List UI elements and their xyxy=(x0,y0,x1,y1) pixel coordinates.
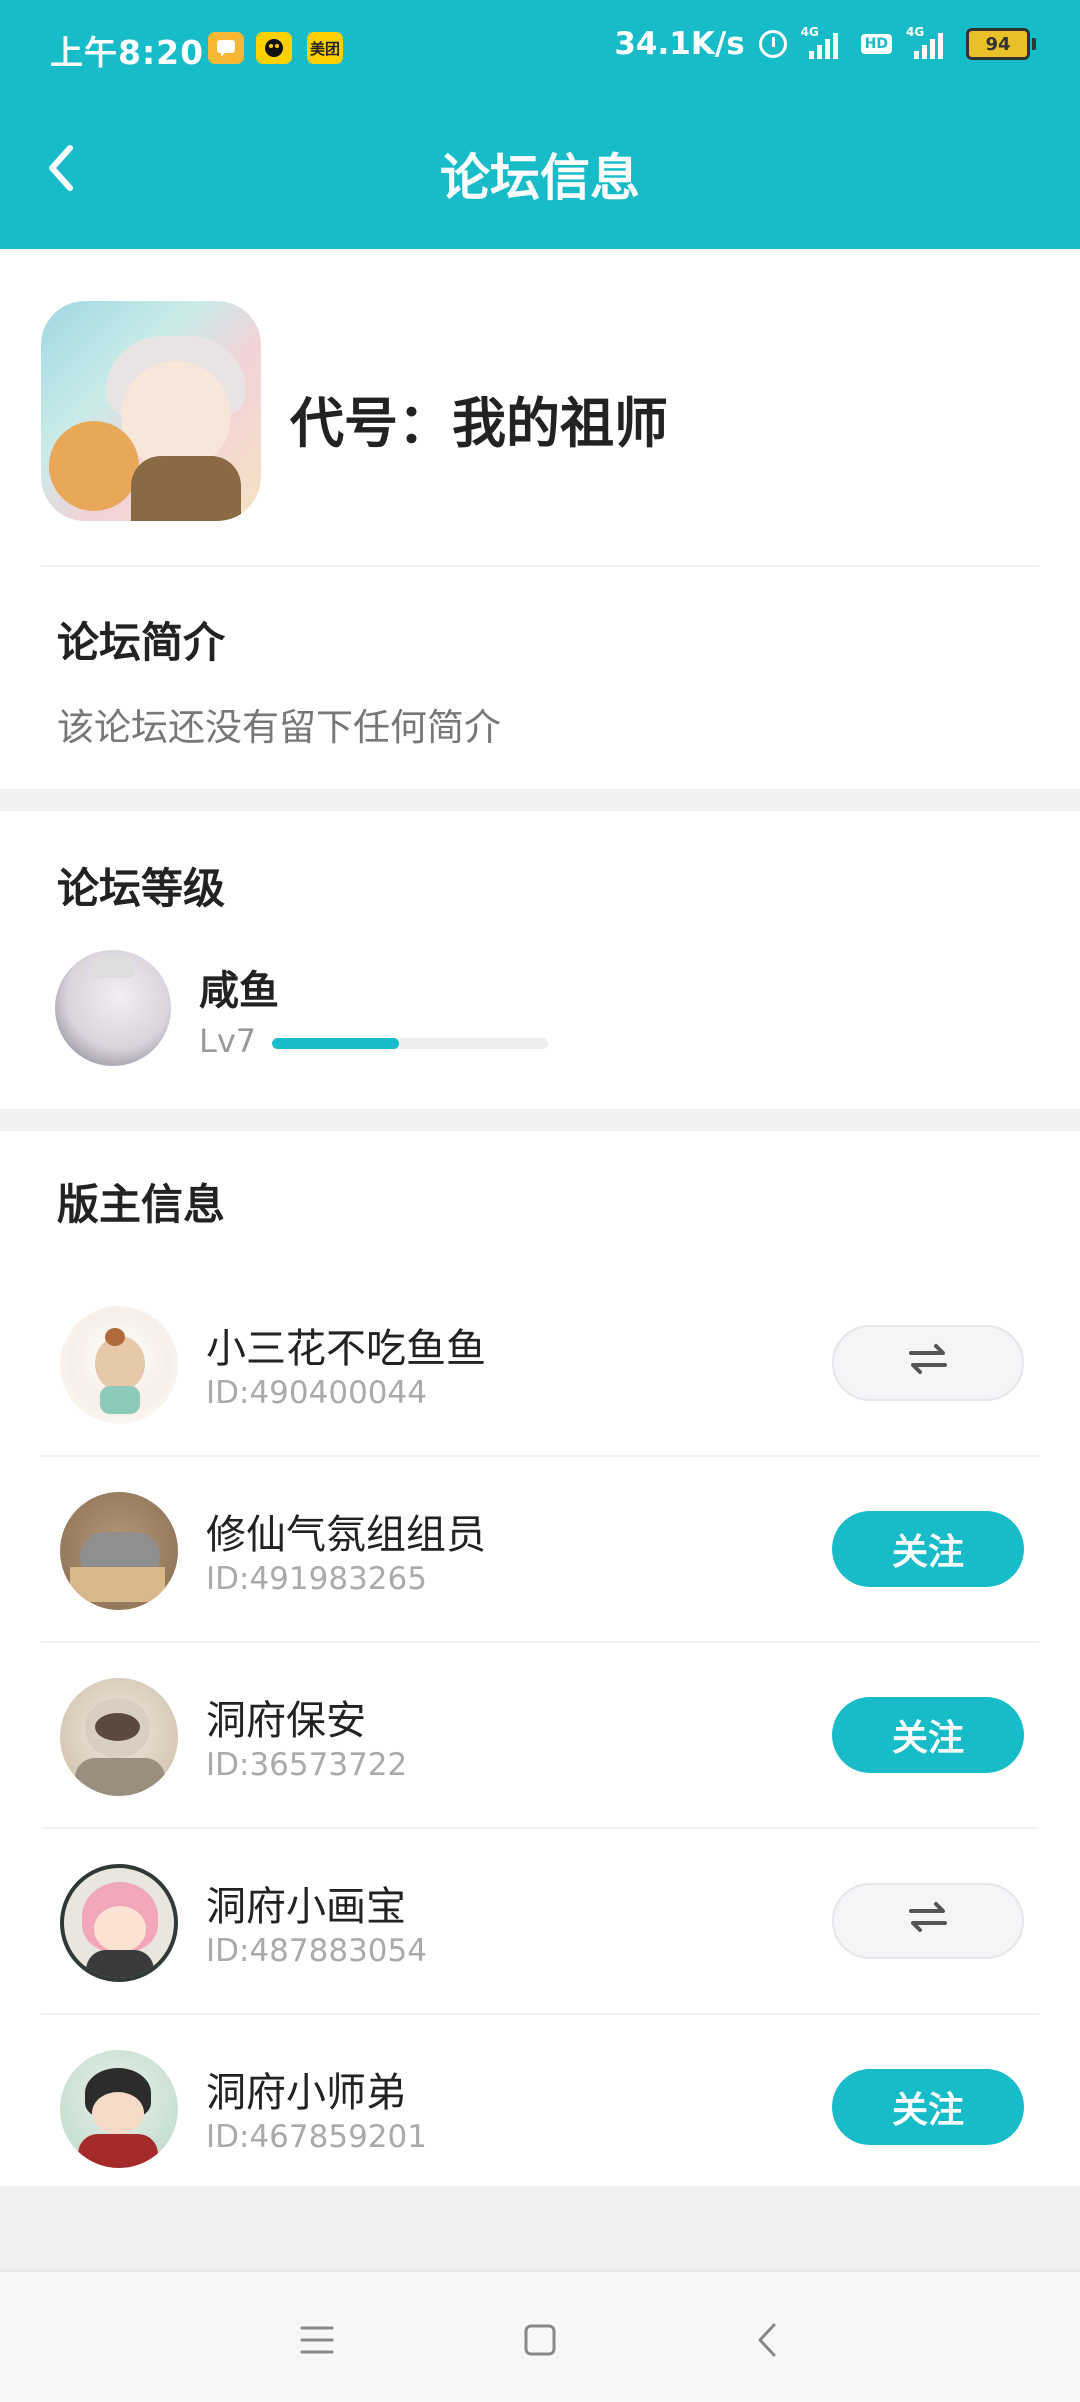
moderator-avatar[interactable] xyxy=(60,1492,178,1610)
mutual-follow-button[interactable] xyxy=(832,1325,1024,1401)
status-right-group: 34.1K/s 4G HD 4G 94 xyxy=(614,25,1036,62)
follow-button[interactable]: 关注 xyxy=(832,2069,1024,2145)
app-header: 上午8:20 美团 34.1K/s 4G HD 4G 94 论坛信息 xyxy=(0,0,1080,249)
swap-arrows-icon xyxy=(907,1342,949,1385)
hd-icon: HD xyxy=(860,34,892,54)
signal-icon: 4G xyxy=(801,25,847,59)
menu-icon[interactable] xyxy=(287,2310,347,2370)
follow-button[interactable]: 关注 xyxy=(832,1511,1024,1587)
user-avatar[interactable] xyxy=(55,950,171,1066)
follow-button[interactable]: 关注 xyxy=(832,1697,1024,1773)
moderator-name: 小三花不吃鱼鱼 xyxy=(206,1326,486,1372)
moderator-row[interactable]: 小三花不吃鱼鱼 ID:490400044 xyxy=(0,1271,1080,1457)
moderator-name: 洞府保安 xyxy=(206,1698,366,1744)
alarm-icon xyxy=(758,30,787,58)
level-section-title: 论坛等级 xyxy=(57,864,226,913)
intro-text: 该论坛还没有留下任何简介 xyxy=(57,706,501,749)
moderator-id: ID:487883054 xyxy=(206,1933,427,1969)
moderator-row[interactable]: 洞府保安 ID:36573722 关注 xyxy=(0,1643,1080,1829)
home-icon[interactable] xyxy=(510,2310,570,2370)
page-title: 论坛信息 xyxy=(440,149,640,207)
moderator-id: ID:491983265 xyxy=(206,1561,427,1597)
mutual-follow-button[interactable] xyxy=(832,1883,1024,1959)
moderator-name: 修仙气氛组组员 xyxy=(206,1512,486,1558)
moderators-section-title: 版主信息 xyxy=(57,1180,226,1229)
moderator-row[interactable]: 洞府小师弟 ID:467859201 关注 xyxy=(0,2015,1080,2201)
moderator-id: ID:490400044 xyxy=(206,1375,427,1411)
divider xyxy=(41,565,1039,567)
system-nav-bar xyxy=(0,2270,1080,2402)
game-notification-icon xyxy=(256,32,292,64)
message-notification-icon xyxy=(208,32,244,64)
network-speed: 34.1K/s xyxy=(614,26,745,62)
swap-arrows-icon xyxy=(907,1900,949,1943)
moderator-avatar[interactable] xyxy=(60,1864,178,1982)
intro-section-title: 论坛简介 xyxy=(57,618,226,667)
signal-icon: 4G xyxy=(906,25,952,59)
meituan-notification-icon: 美团 xyxy=(307,32,343,64)
moderator-name: 洞府小师弟 xyxy=(206,2070,406,2116)
status-time: 上午8:20 xyxy=(50,33,205,72)
system-back-icon[interactable] xyxy=(737,2310,797,2370)
level-progress-fill xyxy=(272,1038,399,1049)
moderator-id: ID:36573722 xyxy=(206,1747,408,1783)
status-bar: 上午8:20 美团 34.1K/s 4G HD 4G 94 xyxy=(0,0,1080,96)
level-label: Lv7 xyxy=(199,1022,257,1060)
moderator-avatar[interactable] xyxy=(60,1306,178,1424)
forum-level-card: 论坛等级 咸鱼 Lv7 xyxy=(0,811,1080,1109)
moderator-avatar[interactable] xyxy=(60,1678,178,1796)
moderator-name: 洞府小画宝 xyxy=(206,1884,406,1930)
battery-icon: 94 xyxy=(966,28,1036,60)
moderators-card: 版主信息 小三花不吃鱼鱼 ID:490400044 修仙气氛组组员 ID:491… xyxy=(0,1131,1080,2186)
forum-info-card: 代号：我的祖师 论坛简介 该论坛还没有留下任何简介 xyxy=(0,249,1080,789)
moderator-avatar[interactable] xyxy=(60,2050,178,2168)
forum-name: 代号：我的祖师 xyxy=(290,392,668,455)
user-name: 咸鱼 xyxy=(199,968,279,1014)
moderator-row[interactable]: 修仙气氛组组员 ID:491983265 关注 xyxy=(0,1457,1080,1643)
level-progress-bar xyxy=(272,1038,548,1049)
moderator-row[interactable]: 洞府小画宝 ID:487883054 xyxy=(0,1829,1080,2015)
nav-bar: 论坛信息 xyxy=(0,110,1080,230)
moderator-id: ID:467859201 xyxy=(206,2119,427,2155)
forum-avatar xyxy=(41,301,261,521)
battery-level: 94 xyxy=(966,28,1030,60)
